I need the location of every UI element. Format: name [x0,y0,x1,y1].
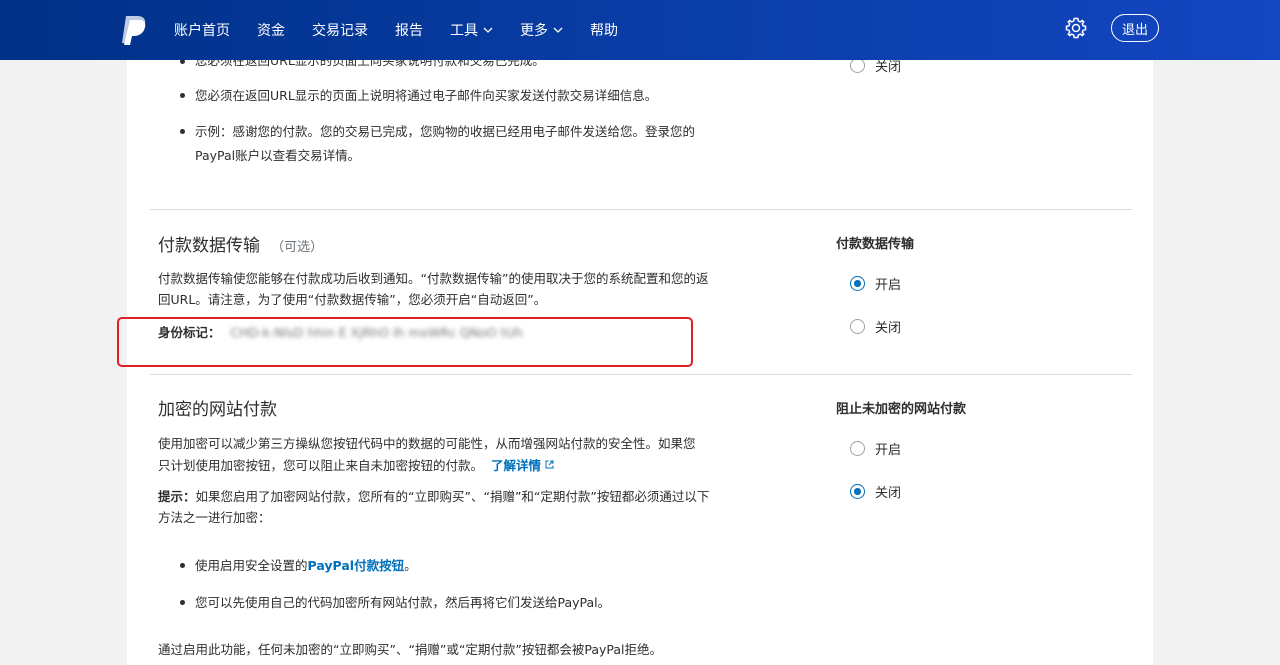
nav-item-account-home[interactable]: 账户首页 [174,20,230,40]
pdt-desc-line1: 付款数据传输使您能够在付款成功后收到通知。“付款数据传输”的使用取决于您的系统配… [158,271,709,286]
nav-item-tools[interactable]: 工具 [450,20,493,40]
gear-icon[interactable] [1064,16,1088,40]
encrypted-footer: 通过启用此功能，任何未加密的“立即购买”、“捐赠”或“定期付款”按钮都会被Pay… [158,642,662,657]
nav-item-activity[interactable]: 交易记录 [312,20,368,40]
pdt-off-radio[interactable]: 关闭 [850,317,901,336]
main-nav: 账户首页 资金 交易记录 报告 工具 更多 帮助 [174,0,645,60]
encrypted-setting-title: 阻止未加密的网站付款 [836,402,967,417]
radio-button[interactable] [850,58,865,73]
identity-token-value: CHD-k-NlsD hhin E XjRhO Ih mxWRc QNoO tU… [230,325,523,340]
encrypted-tip-line2: 方法之一进行加密： [158,510,271,525]
logout-button[interactable]: 退出 [1111,14,1159,42]
radio-button[interactable] [850,441,865,456]
encrypted-tip-line1: 提示：如果您启用了加密网站付款，您所有的“立即购买”、“捐赠”和“定期付款”按钮… [158,489,710,504]
section-divider [150,374,1132,375]
pdt-heading: 付款数据传输 （可选） [158,231,323,256]
encrypted-desc-line2: 只计划使用加密按钮，您可以阻止来自未加密按钮的付款。 了解详情 [158,454,554,477]
return-bullet-3: 示例：感谢您的付款。您的交易已完成，您购物的收据已经用电子邮件发送给您。登录您的 [195,124,696,139]
learn-more-link[interactable]: 了解详情 [491,458,541,473]
encrypted-bullet-1: 使用启用安全设置的PayPal付款按钮。 [195,558,417,573]
pdt-desc-line2: 回URL。请注意，为了使用“付款数据传输”，您必须开启“自动返回”。 [158,292,547,307]
chevron-down-icon [553,27,563,33]
paypal-logo-icon[interactable] [120,14,148,46]
pdt-optional-tag: （可选） [271,240,324,255]
nav-item-reports[interactable]: 报告 [395,20,423,40]
encrypted-desc-line1: 使用加密可以减少第三方操纵您按钮代码中的数据的可能性，从而增强网站付款的安全性。… [158,436,696,451]
pdt-on-radio[interactable]: 开启 [850,274,901,293]
radio-button-selected[interactable] [850,276,865,291]
section-divider [150,209,1132,210]
encrypted-bullet-2: 您可以先使用自己的代码加密所有网站付款，然后再将它们发送给PayPal。 [195,595,611,610]
radio-button[interactable] [850,319,865,334]
nav-item-more[interactable]: 更多 [520,20,563,40]
chevron-down-icon [483,27,493,33]
encrypted-on-radio[interactable]: 开启 [850,439,901,458]
encrypted-title: 加密的网站付款 [158,400,277,420]
bullet-dot [180,563,185,568]
paypal-payment-buttons-link[interactable]: PayPal付款按钮 [308,558,405,573]
bullet-dot [180,129,185,134]
encrypted-off-radio[interactable]: 关闭 [850,482,901,501]
nav-item-help[interactable]: 帮助 [590,20,618,40]
bullet-dot [180,600,185,605]
pdt-title: 付款数据传输 [158,236,260,256]
return-bullet-3-cont: PayPal账户以查看交易详情。 [195,148,361,163]
top-nav-bar: 账户首页 资金 交易记录 报告 工具 更多 帮助 退出 [0,0,1280,60]
pdt-setting-title: 付款数据传输 [836,237,915,252]
identity-token-row: 身份标记： CHD-k-NlsD hhin E XjRhO Ih mxWRc Q… [158,322,523,344]
external-link-icon [545,454,554,476]
bullet-dot [180,93,185,98]
identity-token-label: 身份标记： [158,325,221,340]
radio-button-selected[interactable] [850,484,865,499]
return-bullet-2: 您必须在返回URL显示的页面上说明将通过电子邮件向买家发送付款交易详细信息。 [195,88,658,103]
nav-item-funds[interactable]: 资金 [257,20,285,40]
